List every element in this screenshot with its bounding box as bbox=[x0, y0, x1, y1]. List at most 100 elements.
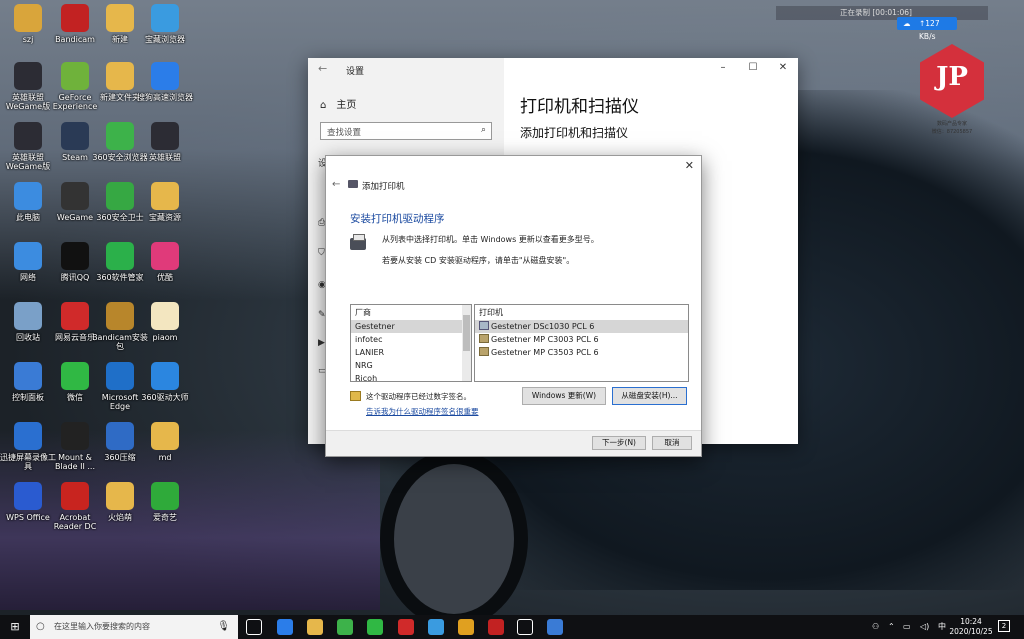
network-tray-icon[interactable]: ▭ bbox=[903, 615, 911, 639]
app-icon bbox=[106, 62, 134, 90]
have-disk-button[interactable]: 从磁盘安装(H)... bbox=[612, 387, 687, 405]
system-clock[interactable]: 10:24 2020/10/25 bbox=[946, 617, 996, 637]
app-icon bbox=[151, 482, 179, 510]
app-icon bbox=[151, 362, 179, 390]
taskbar-g-app-icon[interactable] bbox=[458, 619, 474, 635]
printer-list[interactable]: 打印机 Gestetner DSc1030 PCL 6 Gestetner MP … bbox=[474, 304, 689, 382]
signing-info-link[interactable]: 告诉我为什么驱动程序签名很重要 bbox=[366, 406, 479, 417]
notification-center-icon[interactable]: 2 bbox=[998, 620, 1010, 632]
desktop-icon[interactable]: 宝藏浏览器 bbox=[137, 4, 193, 44]
taskbar-search-box[interactable]: ○ 在这里输入你要搜索的内容 🎙 bbox=[30, 615, 238, 639]
app-icon bbox=[61, 62, 89, 90]
clock-time: 10:24 bbox=[960, 617, 982, 626]
watermark-line1: 数码产品专家 bbox=[936, 121, 967, 127]
desktop-icon[interactable]: md bbox=[137, 422, 193, 462]
app-icon bbox=[106, 122, 134, 150]
printer-item[interactable]: Gestetner MP C3503 PCL 6 bbox=[475, 346, 688, 359]
microphone-icon[interactable]: 🎙 bbox=[217, 615, 230, 639]
desktop-icon[interactable]: 360驱动大师 bbox=[137, 362, 193, 402]
taskbar-wechat-icon[interactable] bbox=[367, 619, 383, 635]
taskbar-netease-music-icon[interactable] bbox=[398, 619, 414, 635]
desktop-icon-label: 爱奇艺 bbox=[153, 513, 177, 522]
taskbar-control-panel-icon[interactable] bbox=[547, 619, 563, 635]
desktop-icon-label: 宝藏浏览器 bbox=[145, 35, 185, 44]
home-icon: ⌂ bbox=[320, 100, 327, 111]
back-arrow-icon[interactable]: ← bbox=[318, 62, 327, 75]
taskbar-file-explorer-icon[interactable] bbox=[307, 619, 323, 635]
people-icon[interactable]: ⚇ bbox=[872, 615, 879, 639]
manufacturer-item[interactable]: Gestetner bbox=[351, 320, 471, 333]
desktop-icon[interactable]: 搜狗高速浏览器 bbox=[137, 62, 193, 102]
taskbar-360-browser-icon[interactable] bbox=[337, 619, 353, 635]
settings-search-input[interactable]: 查找设置 ⌕ bbox=[320, 122, 492, 140]
printer-item[interactable]: Gestetner DSc1030 PCL 6 bbox=[475, 320, 688, 333]
desktop-icon[interactable]: 优酷 bbox=[137, 242, 193, 282]
taskbar-search-placeholder: 在这里输入你要搜索的内容 bbox=[54, 622, 150, 631]
instruction-line-1: 从列表中选择打印机。单击 Windows 更新以查看更多型号。 bbox=[382, 235, 599, 244]
network-speed: ↑127 KB/s bbox=[919, 19, 940, 41]
next-button[interactable]: 下一步(N) bbox=[592, 436, 646, 450]
cancel-button[interactable]: 取消 bbox=[652, 436, 692, 450]
app-icon bbox=[14, 422, 42, 450]
windows-update-button[interactable]: Windows 更新(W) bbox=[522, 387, 606, 405]
signed-driver-icon bbox=[350, 391, 361, 401]
app-icon bbox=[14, 482, 42, 510]
minimize-button[interactable]: – bbox=[708, 58, 738, 78]
printer-item[interactable]: Gestetner MP C3003 PCL 6 bbox=[475, 333, 688, 346]
scrollbar-thumb[interactable] bbox=[463, 315, 470, 351]
instruction-line-2: 若要从安装 CD 安装驱动程序，请单击"从磁盘安装"。 bbox=[382, 256, 575, 265]
settings-window-title: 设置 bbox=[346, 67, 365, 77]
add-printer-link[interactable]: 添加打印机和扫描仪 bbox=[520, 124, 628, 141]
wallpaper-wheel bbox=[380, 450, 528, 628]
app-icon bbox=[106, 182, 134, 210]
dialog-back-icon[interactable]: ← bbox=[332, 179, 340, 190]
printer-model-label: Gestetner MP C3003 PCL 6 bbox=[491, 335, 599, 344]
cloud-icon: ☁ bbox=[903, 19, 911, 28]
play-nav-icon[interactable]: ▶ bbox=[318, 338, 325, 348]
manufacturer-scrollbar[interactable] bbox=[462, 305, 471, 381]
page-title: 打印机和扫描仪 bbox=[520, 97, 639, 117]
close-button[interactable]: ✕ bbox=[768, 58, 798, 78]
desktop-icon[interactable]: 爱奇艺 bbox=[137, 482, 193, 522]
printer-icon bbox=[348, 180, 358, 188]
manufacturer-item[interactable]: LANIER bbox=[351, 346, 471, 359]
app-icon bbox=[106, 4, 134, 32]
desktop-icon[interactable]: 宝藏资源 bbox=[137, 182, 193, 222]
window-controls: – ☐ ✕ bbox=[708, 58, 798, 78]
dialog-close-icon[interactable]: ✕ bbox=[685, 159, 694, 172]
desktop-icon[interactable]: 英雄联盟 bbox=[137, 122, 193, 162]
app-icon bbox=[61, 362, 89, 390]
volume-tray-icon[interactable]: ◁) bbox=[920, 615, 929, 639]
manufacturer-item[interactable]: Ricoh bbox=[351, 372, 471, 381]
app-icon bbox=[14, 122, 42, 150]
ime-indicator[interactable]: 中 bbox=[938, 615, 946, 639]
manufacturer-list[interactable]: 厂商 Gestetner infotec LANIER NRG Ricoh bbox=[350, 304, 472, 382]
app-icon bbox=[61, 122, 89, 150]
printer-model-label: Gestetner MP C3503 PCL 6 bbox=[491, 348, 599, 357]
app-icon bbox=[106, 482, 134, 510]
desktop-icon-label: 360驱动大师 bbox=[141, 393, 189, 402]
manufacturer-item[interactable]: infotec bbox=[351, 333, 471, 346]
network-speed-badge: ☁ ↑127 KB/s bbox=[897, 17, 957, 41]
shield-nav-icon[interactable]: ⛉ bbox=[318, 248, 325, 258]
taskbar-task-view-icon[interactable] bbox=[246, 619, 262, 635]
taskbar-baidu-netdisk-icon[interactable] bbox=[428, 619, 444, 635]
app-icon bbox=[151, 242, 179, 270]
add-printer-dialog: ✕ ← 添加打印机 安装打印机驱动程序 从列表中选择打印机。单击 Windows… bbox=[325, 155, 702, 457]
tray-chevron-icon[interactable]: ⌃ bbox=[888, 615, 895, 639]
settings-home-link[interactable]: ⌂ 主页 bbox=[320, 96, 356, 111]
app-icon bbox=[14, 302, 42, 330]
maximize-button[interactable]: ☐ bbox=[738, 58, 768, 78]
app-icon bbox=[14, 242, 42, 270]
home-label: 主页 bbox=[336, 100, 357, 111]
taskbar-sogou-browser-icon[interactable] bbox=[277, 619, 293, 635]
app-icon bbox=[61, 182, 89, 210]
app-icon bbox=[151, 62, 179, 90]
signed-driver-text: 这个驱动程序已经过数字签名。 bbox=[366, 392, 471, 401]
printer-header: 打印机 bbox=[479, 308, 503, 317]
desktop-icon[interactable]: piaom bbox=[137, 302, 193, 342]
taskbar-settings-icon[interactable] bbox=[517, 619, 533, 635]
windows-start-icon[interactable]: ⊞ bbox=[0, 615, 30, 639]
taskbar-bandicam-icon[interactable] bbox=[488, 619, 504, 635]
manufacturer-item[interactable]: NRG bbox=[351, 359, 471, 372]
